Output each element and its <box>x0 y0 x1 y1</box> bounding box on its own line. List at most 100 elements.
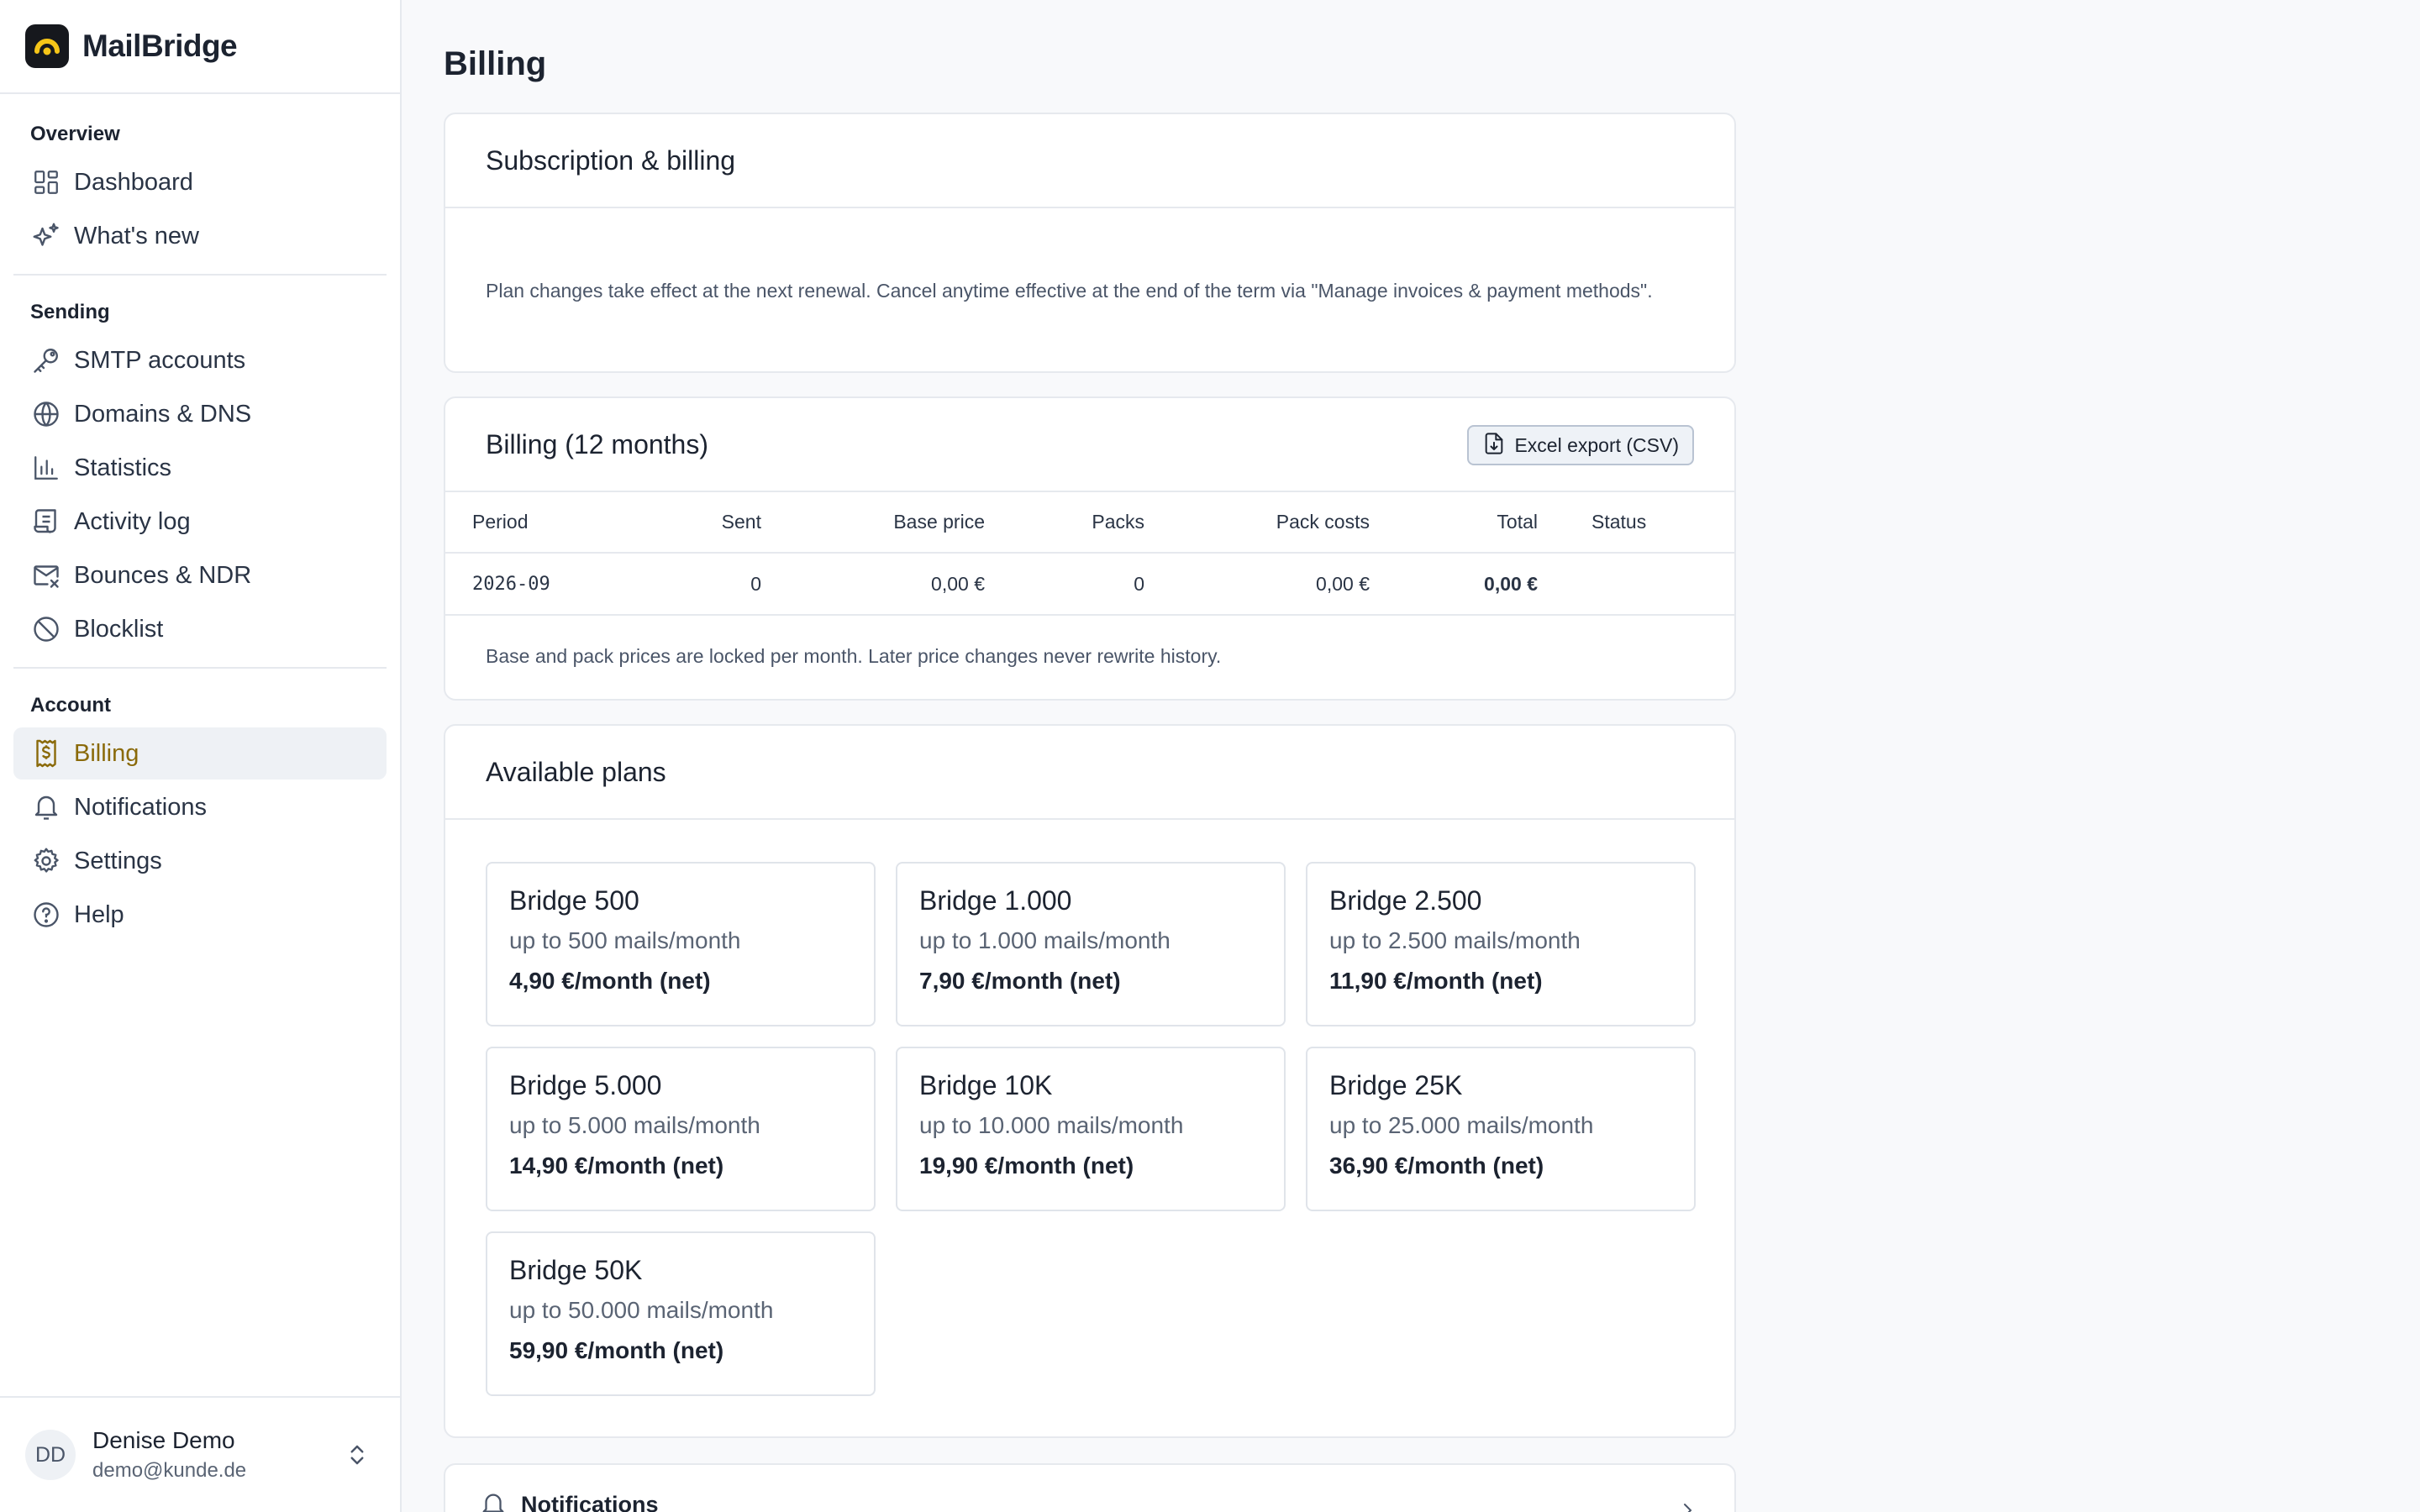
column-header-total: Total <box>1370 492 1538 554</box>
file-download-icon <box>1482 430 1506 461</box>
sidebar-item-bounces-ndr[interactable]: Bounces & NDR <box>13 549 387 601</box>
sidebar: MailBridge Overview Dashboard What's new… <box>0 0 402 1512</box>
available-plans-header: Available plans <box>445 726 1734 820</box>
cell-status <box>1538 553 1734 616</box>
plan-card-bridge-10k[interactable]: Bridge 10K up to 10.000 mails/month 19,9… <box>896 1047 1286 1211</box>
section-label-sending: Sending <box>30 301 110 323</box>
brand-header[interactable]: MailBridge <box>0 0 400 94</box>
billing-history-title: Billing (12 months) <box>486 428 708 459</box>
nav-section-sending: Sending SMTP accounts Domains & DNS Stat… <box>0 276 400 655</box>
table-row: 2026-09 0 0,00 € 0 0,00 € 0,00 € <box>445 553 1734 616</box>
notifications-card-header: Notifications <box>479 1490 659 1512</box>
plan-name: Bridge 1.000 <box>919 885 1072 916</box>
plan-card-bridge-5000[interactable]: Bridge 5.000 up to 5.000 mails/month 14,… <box>486 1047 876 1211</box>
sidebar-item-label: Help <box>74 900 124 928</box>
sidebar-item-label: Billing <box>74 739 139 767</box>
globe-icon <box>30 398 62 430</box>
plan-name: Bridge 2.500 <box>1329 885 1482 916</box>
plan-name: Bridge 50K <box>509 1255 643 1285</box>
cell-base-price: 0,00 € <box>761 553 985 616</box>
cell-packs: 0 <box>985 553 1144 616</box>
sidebar-item-activity-log[interactable]: Activity log <box>13 496 387 548</box>
sidebar-item-label: Bounces & NDR <box>74 561 252 589</box>
excel-export-button[interactable]: Excel export (CSV) <box>1467 425 1694 465</box>
subscription-note: Plan changes take effect at the next ren… <box>486 280 1653 302</box>
sidebar-item-blocklist[interactable]: Blocklist <box>13 603 387 655</box>
user-name: Denise Demo <box>92 1427 235 1453</box>
mailbridge-logo-icon <box>25 24 69 68</box>
chevron-right-icon[interactable] <box>1677 1500 1697 1512</box>
plan-card-bridge-1000[interactable]: Bridge 1.000 up to 1.000 mails/month 7,9… <box>896 862 1286 1026</box>
cell-pack-costs: 0,00 € <box>1144 553 1370 616</box>
mail-x-icon <box>30 559 62 591</box>
cell-period: 2026-09 <box>445 553 627 616</box>
column-header-pack-costs: Pack costs <box>1144 492 1370 554</box>
plan-name: Bridge 25K <box>1329 1070 1463 1100</box>
column-header-base-price: Base price <box>761 492 985 554</box>
sidebar-item-statistics[interactable]: Statistics <box>13 442 387 494</box>
column-header-sent: Sent <box>627 492 761 554</box>
sidebar-item-label: Notifications <box>74 793 207 821</box>
billing-history-header: Billing (12 months) Excel export (CSV) <box>445 398 1734 492</box>
brand-name: MailBridge <box>82 29 238 63</box>
sidebar-item-help[interactable]: Help <box>13 889 387 941</box>
nav-section-overview: Overview Dashboard What's new <box>0 94 400 262</box>
scroll-icon <box>30 506 62 538</box>
sidebar-item-label: SMTP accounts <box>74 346 246 374</box>
sidebar-item-whats-new[interactable]: What's new <box>13 210 387 262</box>
plan-card-bridge-2500[interactable]: Bridge 2.500 up to 2.500 mails/month 11,… <box>1306 862 1696 1026</box>
plan-limit: up to 2.500 mails/month <box>1329 927 1581 953</box>
sidebar-item-smtp-accounts[interactable]: SMTP accounts <box>13 334 387 386</box>
subscription-card-title: Subscription & billing <box>486 144 736 176</box>
subscription-card: Subscription & billing Plan changes take… <box>444 113 1736 373</box>
dashboard-icon <box>30 166 62 198</box>
sidebar-item-billing[interactable]: Billing <box>13 727 387 780</box>
billing-icon <box>30 738 62 769</box>
gear-icon <box>30 845 62 877</box>
main-content: Billing Subscription & billing Plan chan… <box>444 0 1738 1512</box>
plan-price: 7,90 €/month (net) <box>919 968 1121 994</box>
excel-export-label: Excel export (CSV) <box>1514 433 1679 456</box>
ban-icon <box>30 613 62 645</box>
bell-icon <box>30 791 62 823</box>
plan-price: 4,90 €/month (net) <box>509 968 711 994</box>
key-icon <box>30 344 62 376</box>
section-label-overview: Overview <box>30 123 120 145</box>
sidebar-item-label: Blocklist <box>74 615 164 643</box>
sidebar-item-label: Statistics <box>74 454 172 481</box>
plan-price: 36,90 €/month (net) <box>1329 1152 1544 1179</box>
sidebar-item-label: Settings <box>74 847 162 874</box>
notifications-card[interactable]: Notifications <box>444 1463 1736 1512</box>
sidebar-item-label: What's new <box>74 222 199 249</box>
bar-chart-icon <box>30 452 62 484</box>
sidebar-item-dashboard[interactable]: Dashboard <box>13 156 387 208</box>
column-header-period: Period <box>445 492 627 554</box>
billing-table: Period Sent Base price Packs Pack costs … <box>445 492 1734 616</box>
plan-card-bridge-50k[interactable]: Bridge 50K up to 50.000 mails/month 59,9… <box>486 1231 876 1396</box>
available-plans-title: Available plans <box>486 756 666 787</box>
column-header-packs: Packs <box>985 492 1144 554</box>
user-info: Denise Demo demo@kunde.de <box>92 1427 246 1483</box>
table-header-row: Period Sent Base price Packs Pack costs … <box>445 492 1734 554</box>
sidebar-item-label: Activity log <box>74 507 191 535</box>
user-email: demo@kunde.de <box>92 1459 247 1482</box>
page-title: Billing <box>444 45 547 82</box>
bell-icon <box>479 1490 508 1512</box>
sidebar-item-label: Domains & DNS <box>74 400 252 428</box>
sidebar-item-domains-dns[interactable]: Domains & DNS <box>13 388 387 440</box>
plan-card-bridge-500[interactable]: Bridge 500 up to 500 mails/month 4,90 €/… <box>486 862 876 1026</box>
plan-name: Bridge 10K <box>919 1070 1053 1100</box>
chevron-up-down-icon[interactable] <box>345 1441 370 1468</box>
plan-limit: up to 500 mails/month <box>509 927 741 953</box>
subscription-card-body: Plan changes take effect at the next ren… <box>445 208 1734 304</box>
notifications-card-title: Notifications <box>521 1491 659 1512</box>
billing-history-card: Billing (12 months) Excel export (CSV) P… <box>444 396 1736 701</box>
subscription-card-header: Subscription & billing <box>445 114 1734 208</box>
cell-sent: 0 <box>627 553 761 616</box>
sidebar-item-notifications[interactable]: Notifications <box>13 781 387 833</box>
plan-card-bridge-25k[interactable]: Bridge 25K up to 25.000 mails/month 36,9… <box>1306 1047 1696 1211</box>
plan-limit: up to 10.000 mails/month <box>919 1112 1184 1138</box>
plan-price: 11,90 €/month (net) <box>1329 968 1543 994</box>
sidebar-item-settings[interactable]: Settings <box>13 835 387 887</box>
user-menu[interactable]: DD Denise Demo demo@kunde.de <box>0 1396 400 1512</box>
